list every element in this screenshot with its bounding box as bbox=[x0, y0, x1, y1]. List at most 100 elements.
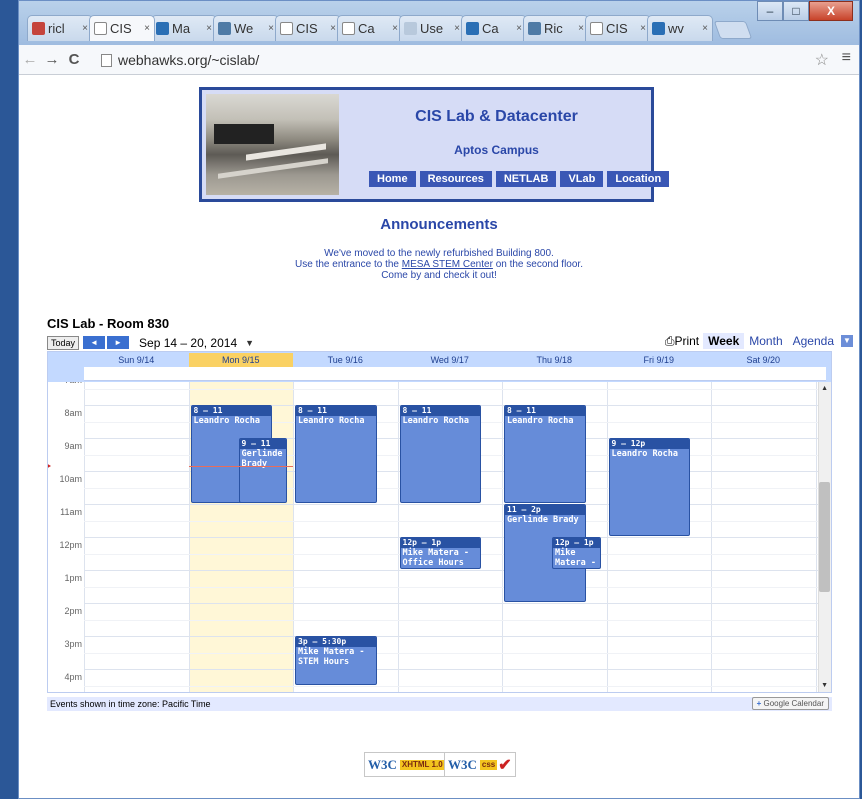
event-time: 12p – 1p bbox=[553, 538, 600, 548]
nav-resources[interactable]: Resources bbox=[419, 171, 492, 187]
event-time: 8 – 11 bbox=[191, 406, 271, 416]
hour-gridline bbox=[84, 603, 826, 604]
xhtml-label: XHTML 1.0 bbox=[399, 759, 445, 770]
site-title: CIS Lab & Datacenter bbox=[415, 108, 578, 125]
calendar-event[interactable]: 9 – 12p Leandro Rocha bbox=[608, 438, 690, 536]
hour-label: 11am bbox=[60, 507, 82, 517]
hour-label: 8am bbox=[64, 408, 82, 418]
tab-close-icon[interactable]: × bbox=[144, 23, 150, 34]
chevron-down-icon[interactable]: ▼ bbox=[841, 335, 853, 347]
day-header: Wed 9/17 bbox=[430, 355, 469, 365]
browser-tab[interactable]: wv × bbox=[647, 15, 713, 41]
tab-close-icon[interactable]: × bbox=[268, 23, 274, 34]
browser-tab[interactable]: CIS × bbox=[89, 15, 155, 41]
tab-month[interactable]: Month bbox=[744, 333, 787, 349]
nav-home[interactable]: Home bbox=[369, 171, 416, 187]
calendar-event[interactable]: 8 – 11 Leandro Rocha bbox=[504, 405, 586, 503]
event-time: 9 – 12p bbox=[609, 439, 689, 449]
bookmark-star-icon[interactable]: ☆ bbox=[815, 50, 829, 70]
calendar-event[interactable]: 12p – 1p Mike Matera - Office Hours bbox=[399, 537, 481, 569]
event-title: Gerlinde Brady bbox=[507, 515, 579, 525]
date-range-dropdown-icon[interactable]: ▼ bbox=[245, 338, 254, 348]
browser-tab[interactable]: Use × bbox=[399, 15, 465, 41]
all-day-row[interactable] bbox=[84, 367, 826, 381]
scrollbar[interactable]: ▲ ▼ bbox=[818, 382, 831, 692]
tab-close-icon[interactable]: × bbox=[454, 23, 460, 34]
tab-close-icon[interactable]: × bbox=[392, 23, 398, 34]
browser-tab[interactable]: Ric × bbox=[523, 15, 589, 41]
w3c-logo: W3C bbox=[448, 756, 477, 772]
hour-label: 1pm bbox=[64, 573, 82, 583]
time-grid[interactable]: 7am8am9am10am11am12pm1pm2pm3pm4pm8 – 11L… bbox=[48, 382, 831, 692]
hour-gridline bbox=[84, 669, 826, 670]
calendar-event[interactable]: 8 – 11 Leandro Rocha bbox=[295, 405, 377, 503]
calendar-event[interactable]: 8 – 11 Leandro Rocha bbox=[399, 405, 481, 503]
menu-icon[interactable]: ≡ bbox=[842, 49, 851, 67]
address-bar[interactable]: webhawks.org/~cislab/ bbox=[101, 48, 811, 72]
day-header: Sat 9/20 bbox=[746, 355, 781, 365]
tab-title: Ma bbox=[172, 21, 191, 36]
print-button[interactable]: ⎙Print bbox=[665, 334, 699, 349]
browser-tab[interactable]: ricl × bbox=[27, 15, 93, 41]
calendar-event[interactable]: 12p – 1p Mike Matera - bbox=[552, 537, 601, 569]
minimize-button[interactable]: – bbox=[757, 1, 783, 21]
back-button[interactable]: ← bbox=[19, 51, 41, 68]
date-range[interactable]: Sep 14 – 20, 2014 bbox=[139, 336, 237, 350]
w3c-css-badge[interactable]: W3C css ✔ bbox=[444, 752, 516, 777]
tab-close-icon[interactable]: × bbox=[640, 23, 646, 34]
event-time: 8 – 11 bbox=[400, 406, 480, 416]
tab-close-icon[interactable]: × bbox=[82, 23, 88, 34]
browser-tab[interactable]: CIS × bbox=[585, 15, 651, 41]
maximize-button[interactable]: □ bbox=[783, 1, 809, 21]
browser-tab[interactable]: Ca × bbox=[461, 15, 527, 41]
browser-tab[interactable]: We × bbox=[213, 15, 279, 41]
browser-tab[interactable]: CIS × bbox=[275, 15, 341, 41]
scroll-down-icon[interactable]: ▼ bbox=[821, 682, 828, 689]
scrollbar-thumb[interactable] bbox=[819, 482, 830, 592]
event-title: Mike Matera - Office Hours bbox=[402, 548, 470, 568]
tab-close-icon[interactable]: × bbox=[516, 23, 522, 34]
calendar-event[interactable]: 3p – 5:30p Mike Matera - STEM Hours bbox=[295, 636, 377, 685]
announcement-line: Come by and check it out! bbox=[381, 270, 497, 281]
prev-week-button[interactable]: ◄ bbox=[83, 336, 106, 349]
window-controls: – □ X bbox=[757, 1, 853, 21]
page-icon bbox=[280, 22, 293, 35]
site-nav: Home Resources NETLAB VLab Location bbox=[369, 171, 673, 187]
mesa-stem-link[interactable]: MESA STEM Center bbox=[402, 259, 493, 270]
tab-week[interactable]: Week bbox=[703, 333, 745, 349]
close-button[interactable]: X bbox=[809, 1, 853, 21]
forward-button[interactable]: → bbox=[41, 51, 63, 68]
nav-vlab[interactable]: VLab bbox=[560, 171, 604, 187]
reload-button[interactable]: C bbox=[63, 51, 85, 68]
new-tab-button[interactable] bbox=[713, 21, 753, 39]
tab-title: wv bbox=[668, 21, 684, 36]
today-button[interactable]: Today bbox=[47, 335, 80, 350]
generic-app-icon bbox=[156, 22, 169, 35]
half-hour-gridline bbox=[84, 520, 826, 522]
next-week-button[interactable]: ► bbox=[107, 336, 130, 349]
tab-title: ricl bbox=[48, 21, 65, 36]
calendar-footer: Events shown in time zone: Pacific Time … bbox=[47, 697, 832, 711]
event-time: 8 – 11 bbox=[505, 406, 585, 416]
nav-location[interactable]: Location bbox=[607, 171, 670, 187]
announcement-text: Use the entrance to the bbox=[295, 259, 399, 270]
tab-close-icon[interactable]: × bbox=[330, 23, 336, 34]
browser-tab[interactable]: Ma × bbox=[151, 15, 217, 41]
tab-title: CIS bbox=[606, 21, 628, 36]
tab-strip: ricl × CIS × Ma × We × CIS × Ca × Use × Ca × Ric × CIS × wv × bbox=[27, 15, 753, 41]
day-header: Mon 9/15 bbox=[188, 353, 293, 367]
check-icon: ✔ bbox=[498, 756, 512, 774]
announcement-line: We've moved to the newly refurbished Bui… bbox=[324, 248, 554, 259]
google-calendar-badge[interactable]: + Google Calendar bbox=[751, 697, 829, 710]
nav-netlab[interactable]: NETLAB bbox=[495, 171, 557, 187]
day-header: Tue 9/16 bbox=[327, 355, 363, 365]
tab-close-icon[interactable]: × bbox=[702, 23, 708, 34]
tab-close-icon[interactable]: × bbox=[206, 23, 212, 34]
scroll-up-icon[interactable]: ▲ bbox=[821, 385, 828, 392]
calendar-event[interactable]: 9 – 11 Gerlinde Brady bbox=[238, 438, 287, 503]
browser-tab[interactable]: Ca × bbox=[337, 15, 403, 41]
browser-window: ricl × CIS × Ma × We × CIS × Ca × Use × Ca × Ric × CIS × wv ×… bbox=[18, 0, 860, 799]
tab-close-icon[interactable]: × bbox=[578, 23, 584, 34]
hour-label: 10am bbox=[59, 474, 82, 484]
tab-agenda[interactable]: Agenda bbox=[788, 333, 839, 349]
